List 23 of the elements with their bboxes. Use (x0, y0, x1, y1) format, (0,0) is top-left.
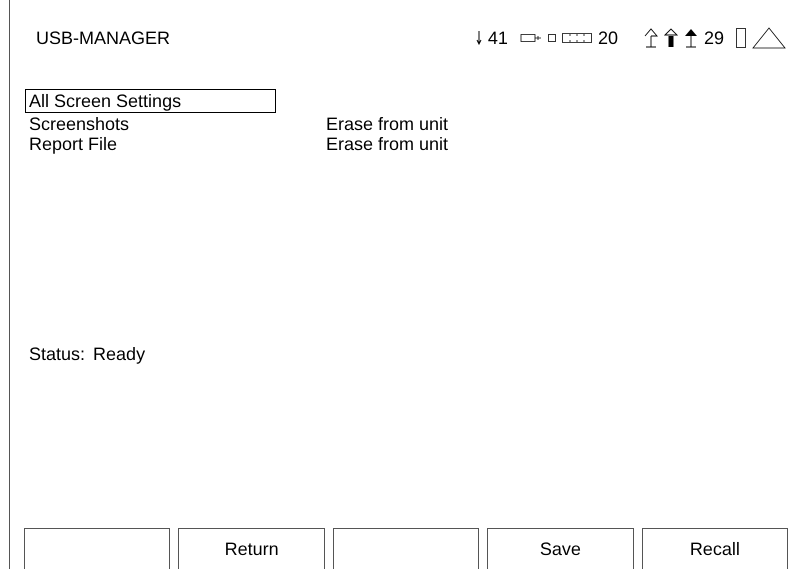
warning-triangle-icon (752, 27, 786, 49)
softkey-button[interactable]: Recall (642, 528, 788, 569)
filled-arrow-icon (684, 28, 698, 48)
softkey-button[interactable]: Return (178, 528, 325, 569)
menu-item[interactable]: All Screen Settings (25, 89, 276, 113)
outline-arrow-icon (644, 28, 658, 48)
blank-softkey[interactable] (24, 528, 170, 569)
menu-action: Erase from unit (326, 114, 448, 134)
menu-action: Erase from unit (326, 134, 448, 154)
blank-softkey[interactable] (332, 528, 480, 569)
reading: 41 (488, 28, 508, 48)
status-value: Ready (93, 344, 146, 365)
square-icon (548, 34, 556, 42)
softkey-button[interactable]: Save (487, 528, 634, 569)
down-arrow-icon (476, 31, 482, 45)
rectangle-icon (736, 28, 746, 48)
battery-icon (562, 33, 592, 43)
house-arrow-icon (664, 28, 678, 48)
reading: 29 (704, 28, 724, 48)
reading: 20 (598, 28, 618, 48)
screen-title: USB-MANAGER (36, 28, 170, 48)
plug-icon (520, 33, 542, 43)
status-label: Status: (29, 344, 86, 365)
